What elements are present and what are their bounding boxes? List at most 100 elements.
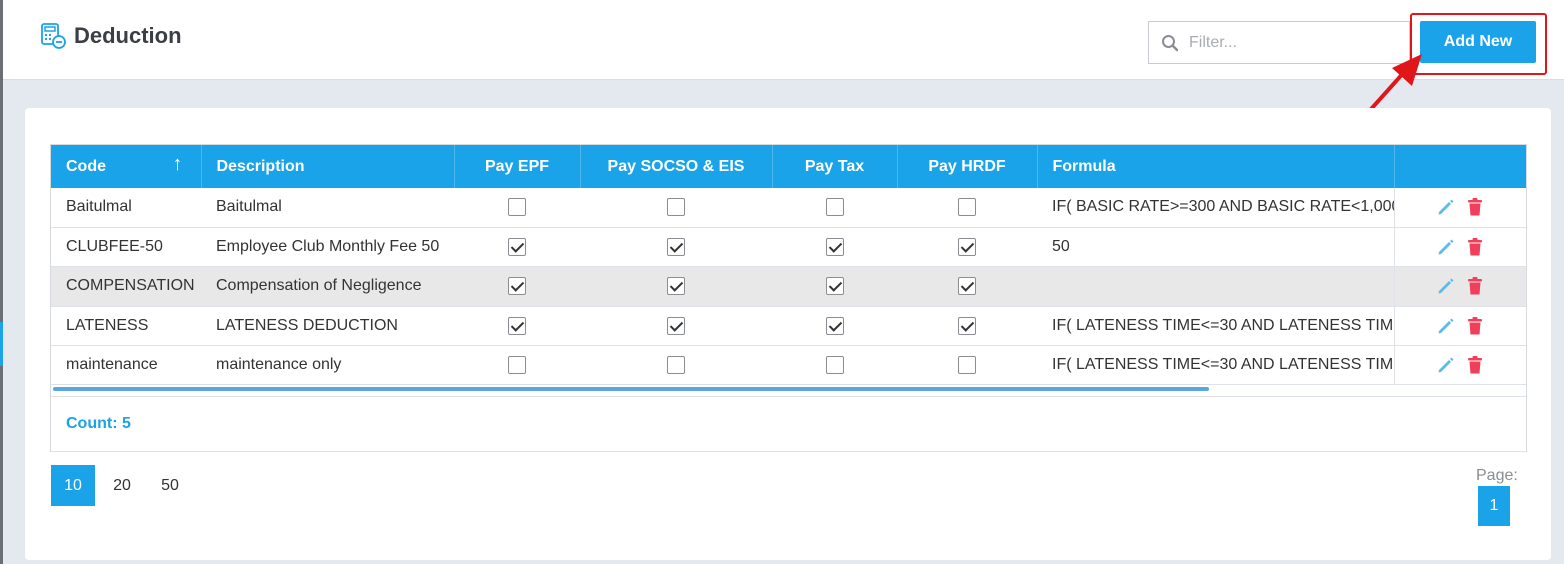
column-header-pay-tax[interactable]: Pay Tax — [772, 145, 898, 188]
cell-pay-socso — [580, 227, 772, 266]
horizontal-scrollbar[interactable] — [53, 387, 1209, 391]
page-button-1[interactable]: 1 — [1478, 486, 1510, 526]
cell-pay-tax — [772, 188, 897, 227]
pay-socso-checkbox[interactable] — [667, 237, 685, 256]
pay-tax-checkbox[interactable] — [825, 198, 844, 217]
pay-hrdf-checkbox[interactable] — [958, 198, 976, 217]
search-icon — [1162, 35, 1179, 52]
cell-description: Employee Club Monthly Fee 50 — [216, 238, 440, 256]
deduction-table: Code ↑ Description Pay EPF Pay SOCSO & EI… — [51, 145, 1526, 385]
edit-pencil-icon[interactable] — [1436, 355, 1454, 375]
page-size-10[interactable]: 10 — [51, 465, 95, 506]
page-label: Page: — [1476, 467, 1518, 484]
cell-actions — [1394, 346, 1526, 385]
cell-actions — [1394, 188, 1526, 227]
cell-pay-hrdf — [897, 188, 1037, 227]
cell-code: Baitulmal — [66, 198, 132, 216]
pay-socso-checkbox[interactable] — [667, 356, 685, 375]
page-size-50[interactable]: 50 — [148, 465, 192, 506]
pay-socso-checkbox[interactable] — [667, 198, 685, 217]
cell-code: maintenance — [66, 356, 158, 374]
pay-tax-checkbox[interactable] — [825, 356, 844, 375]
column-header-formula[interactable]: Formula — [1037, 145, 1395, 188]
delete-trash-icon[interactable] — [1466, 276, 1484, 296]
cell-code: CLUBFEE-50 — [66, 238, 163, 256]
sidebar-active-indicator — [0, 322, 3, 366]
page-size-20[interactable]: 20 — [100, 465, 144, 506]
cell-description: LATENESS DEDUCTION — [216, 316, 398, 334]
cell-pay-tax — [772, 267, 897, 306]
cell-pay-epf — [454, 306, 580, 345]
edit-pencil-icon[interactable] — [1436, 316, 1454, 336]
pay-epf-checkbox[interactable] — [508, 316, 526, 335]
column-header-pay-socso-eis[interactable]: Pay SOCSO & EIS — [580, 145, 773, 188]
pay-socso-checkbox[interactable] — [667, 316, 685, 335]
pay-socso-checkbox[interactable] — [667, 277, 685, 296]
cell-pay-socso — [580, 346, 772, 385]
pay-hrdf-checkbox[interactable] — [958, 356, 976, 375]
delete-trash-icon[interactable] — [1466, 237, 1484, 257]
left-sidebar-edge — [0, 0, 3, 564]
divider — [51, 451, 1526, 452]
pay-tax-checkbox[interactable] — [825, 237, 844, 256]
cell-pay-epf — [454, 227, 580, 266]
pay-epf-checkbox[interactable] — [508, 277, 526, 296]
cell-pay-hrdf — [897, 227, 1037, 266]
table-header-row: Code ↑ Description Pay EPF Pay SOCSO & EI… — [51, 145, 1526, 188]
delete-trash-icon[interactable] — [1466, 355, 1484, 375]
cell-pay-hrdf — [897, 306, 1037, 345]
table-row[interactable]: LATENESS LATENESS DEDUCTION IF( LATENESS T… — [51, 306, 1526, 346]
cell-pay-socso — [580, 267, 772, 306]
cell-code: LATENESS — [66, 316, 149, 334]
edit-pencil-icon[interactable] — [1436, 237, 1454, 257]
cell-formula: IF( BASIC RATE>=300 AND BASIC RATE<1,000… — [1037, 188, 1395, 228]
cell-code: COMPENSATION — [66, 277, 195, 295]
pay-tax-checkbox[interactable] — [825, 277, 844, 296]
cell-description: maintenance only — [216, 356, 342, 374]
table-row[interactable]: Baitulmal Baitulmal IF( BASIC RATE>=300 AN… — [51, 188, 1526, 228]
table-row[interactable]: CLUBFEE-50 Employee Club Monthly Fee 50 50 — [51, 227, 1526, 267]
delete-trash-icon[interactable] — [1466, 197, 1484, 217]
record-count: Count: 5 — [66, 415, 131, 432]
delete-trash-icon[interactable] — [1466, 316, 1484, 336]
cell-pay-socso — [580, 306, 772, 345]
column-header-pay-epf[interactable]: Pay EPF — [454, 145, 581, 188]
cell-pay-epf — [454, 346, 580, 385]
cell-formula — [1037, 266, 1395, 307]
edit-pencil-icon[interactable] — [1436, 197, 1454, 217]
column-header-pay-hrdf[interactable]: Pay HRDF — [897, 145, 1038, 188]
cell-pay-tax — [772, 346, 897, 385]
column-header-description[interactable]: Description — [201, 145, 455, 188]
cell-pay-epf — [454, 188, 580, 227]
cell-formula: IF( LATENESS TIME<=30 AND LATENESS TIME<… — [1037, 306, 1395, 346]
pay-epf-checkbox[interactable] — [508, 356, 526, 375]
cell-actions — [1394, 306, 1526, 345]
divider — [51, 396, 1526, 397]
pay-hrdf-checkbox[interactable] — [958, 277, 976, 296]
table-row[interactable]: maintenance maintenance only IF( LATENESS … — [51, 345, 1526, 385]
cell-actions — [1394, 227, 1526, 266]
sort-ascending-icon: ↑ — [172, 153, 183, 175]
deduction-grid: Code ↑ Description Pay EPF Pay SOCSO & EI… — [50, 144, 1527, 452]
edit-pencil-icon[interactable] — [1436, 276, 1454, 296]
pay-hrdf-checkbox[interactable] — [958, 237, 976, 256]
cell-pay-tax — [772, 227, 897, 266]
pay-epf-checkbox[interactable] — [508, 198, 526, 217]
cell-pay-hrdf — [897, 267, 1037, 306]
cell-actions — [1394, 267, 1526, 306]
column-header-label: Code — [66, 157, 106, 175]
cell-pay-tax — [772, 306, 897, 345]
table-row[interactable]: COMPENSATION Compensation of Negligence — [51, 266, 1526, 307]
cell-description: Compensation of Negligence — [216, 277, 422, 295]
cell-pay-socso — [580, 188, 772, 227]
calculator-minus-icon — [41, 23, 66, 49]
page-title: Deduction — [74, 23, 182, 48]
pay-epf-checkbox[interactable] — [508, 237, 526, 256]
column-header-code[interactable]: Code ↑ — [51, 145, 202, 188]
cell-pay-epf — [454, 267, 580, 306]
cell-formula: IF( LATENESS TIME<=30 AND LATENESS TIME<… — [1037, 345, 1395, 385]
pay-tax-checkbox[interactable] — [825, 316, 844, 335]
cell-description: Baitulmal — [216, 198, 282, 216]
column-header-actions — [1394, 145, 1526, 188]
pay-hrdf-checkbox[interactable] — [958, 316, 976, 335]
